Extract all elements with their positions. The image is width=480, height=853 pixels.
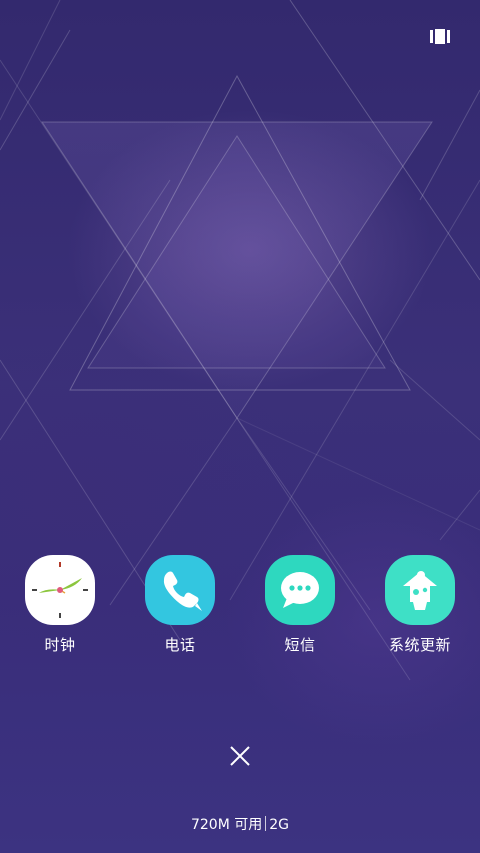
wallpaper-triangles: [0, 0, 480, 681]
app-clock[interactable]: 时钟: [10, 555, 110, 654]
app-label: 电话: [164, 636, 196, 654]
app-messages[interactable]: 短信: [250, 555, 350, 654]
recent-apps-icon: [430, 28, 450, 48]
app-label: 时钟: [44, 636, 76, 654]
app-label: 系统更新: [388, 636, 451, 654]
app-phone[interactable]: 电话: [130, 555, 230, 654]
message-icon: [265, 555, 335, 625]
close-icon: [230, 746, 250, 770]
memory-divider: [265, 816, 267, 831]
app-label: 短信: [284, 636, 316, 654]
memory-total: 2G: [269, 817, 290, 833]
close-all-button[interactable]: [226, 744, 254, 772]
system-update-icon: [385, 555, 455, 625]
recent-apps-button[interactable]: [428, 28, 452, 48]
phone-icon: [145, 555, 215, 625]
recent-apps-list: 时钟 电话 短信 系统更新: [0, 555, 480, 665]
app-system-update[interactable]: 系统更新: [370, 555, 470, 654]
clock-icon: [25, 555, 95, 625]
memory-status: 720M 可用 2G: [0, 816, 480, 834]
memory-available: 720M 可用: [190, 817, 263, 833]
wallpaper: [0, 0, 480, 853]
